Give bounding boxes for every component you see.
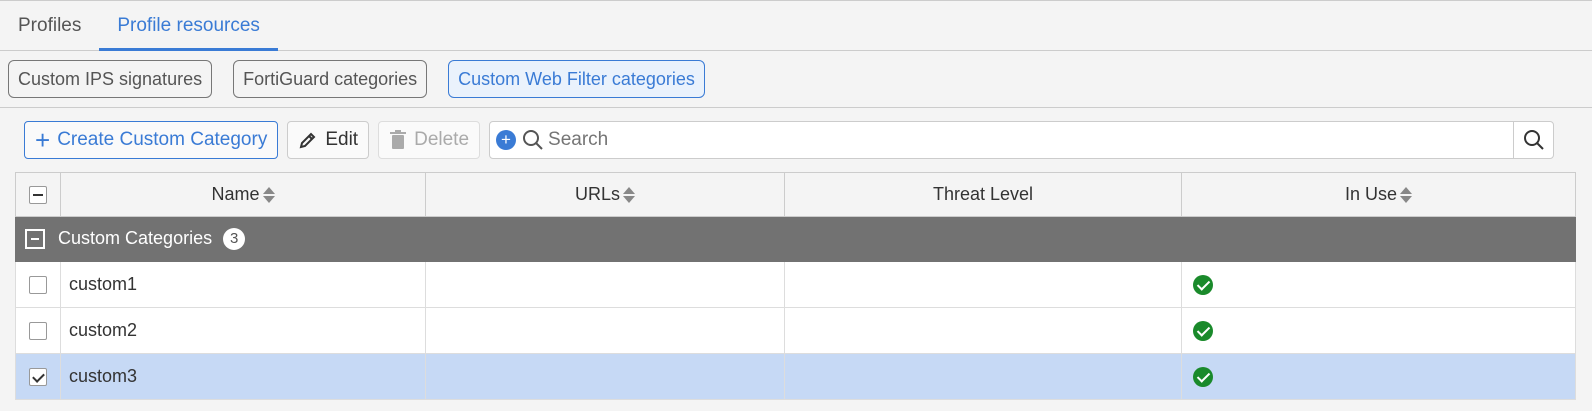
cell-threat-level [784,261,1182,308]
cell-name: custom3 [60,353,426,400]
table-row[interactable]: custom1 [15,261,1576,308]
resource-subtabs: Custom IPS signatures FortiGuard categor… [0,51,1592,108]
trash-icon [390,130,407,149]
search-bar: + [489,121,1555,159]
cell-threat-level [784,307,1182,354]
cell-name: custom1 [60,261,426,308]
subtab-custom-web-filter-categories[interactable]: Custom Web Filter categories [448,60,705,98]
search-icon [1523,130,1544,150]
row-checkbox-cell[interactable] [15,353,61,400]
categories-table: Name URLs Threat Level In Use Custom Cat… [15,172,1576,400]
cell-urls [425,307,785,354]
column-header-threat-level[interactable]: Threat Level [784,172,1182,217]
column-label: In Use [1344,184,1398,204]
cell-threat-level [784,353,1182,400]
select-all-header[interactable] [15,172,61,217]
row-checkbox[interactable] [29,276,47,295]
select-all-checkbox[interactable] [29,186,47,205]
cell-urls [425,353,785,400]
edit-label: Edit [325,129,359,150]
check-circle-icon [1193,275,1213,296]
tab-profile-resources[interactable]: Profile resources [99,1,278,51]
subtab-custom-ips-signatures[interactable]: Custom IPS signatures [8,60,213,98]
column-label: Threat Level [932,184,1034,204]
table-row[interactable]: custom3 [15,353,1576,400]
plus-icon: + [35,125,51,155]
create-label: Create Custom Category [57,129,268,150]
row-checkbox[interactable] [29,322,47,341]
column-header-in-use[interactable]: In Use [1181,172,1576,217]
row-checkbox-cell[interactable] [15,261,61,308]
group-cell: Custom Categories 3 [15,216,1576,262]
sort-icon[interactable] [262,186,275,204]
delete-label: Delete [414,129,470,150]
column-label: Name [211,184,260,204]
row-checkbox[interactable] [29,368,47,387]
edit-button[interactable]: Edit [287,121,370,159]
tab-profiles[interactable]: Profiles [0,1,99,50]
sort-icon[interactable] [1400,186,1413,204]
toolbar: + Create Custom Category Edit Delete + [0,108,1592,172]
group-label: Custom Categories [58,227,213,248]
top-tabs: Profiles Profile resources [0,0,1592,51]
cell-in-use [1181,261,1576,308]
table-row[interactable]: custom2 [15,307,1576,354]
pencil-icon [299,132,316,149]
column-header-urls[interactable]: URLs [425,172,785,217]
cell-in-use [1181,307,1576,354]
group-count-badge: 3 [223,228,246,251]
cell-name: custom2 [60,307,426,354]
delete-button[interactable]: Delete [378,121,481,159]
row-checkbox-cell[interactable] [15,307,61,354]
cell-in-use [1181,353,1576,400]
collapse-group-icon[interactable] [25,229,45,250]
group-row: Custom Categories 3 [15,216,1576,262]
subtab-fortiguard-categories[interactable]: FortiGuard categories [233,60,428,98]
search-icon [523,130,543,150]
column-label: URLs [574,184,620,204]
add-filter-icon[interactable]: + [496,130,517,150]
sort-icon[interactable] [623,186,635,204]
search-button[interactable] [1513,122,1553,158]
table-header-row: Name URLs Threat Level In Use [15,172,1576,217]
search-input[interactable] [548,123,1514,157]
cell-urls [425,261,785,308]
column-header-name[interactable]: Name [60,172,426,217]
create-custom-category-button[interactable]: + Create Custom Category [24,121,279,159]
check-circle-icon [1193,321,1213,342]
check-circle-icon [1193,367,1213,388]
